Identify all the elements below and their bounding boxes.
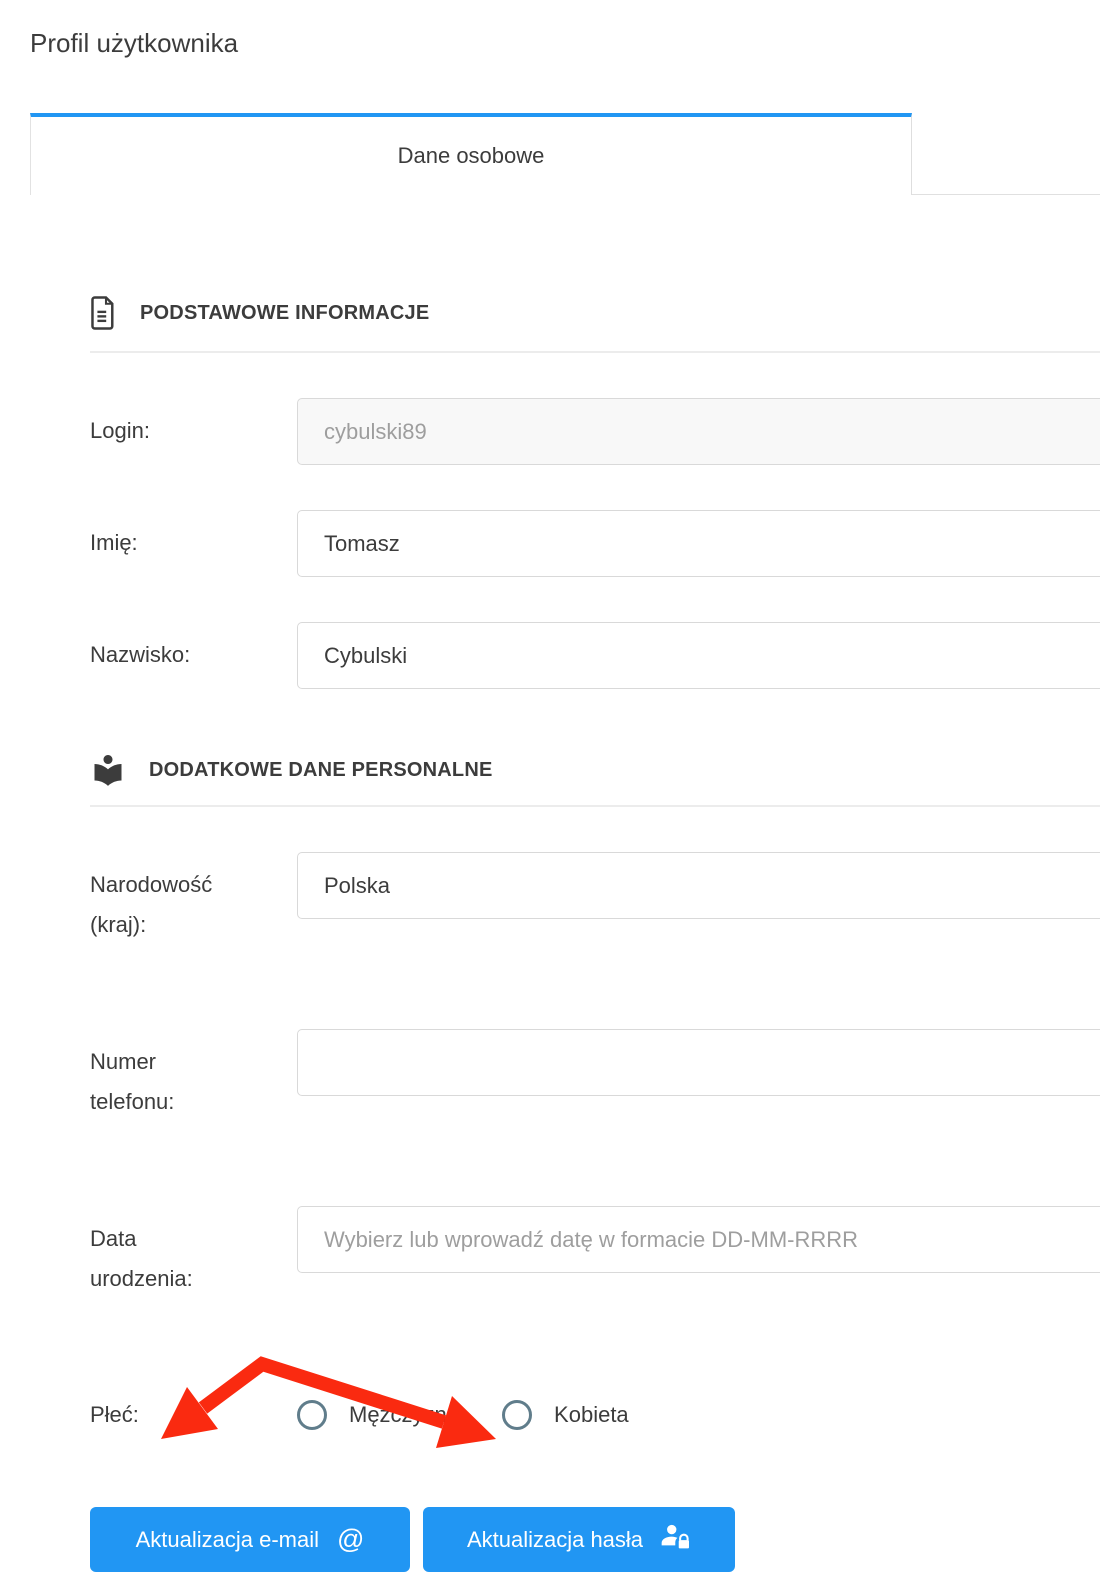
person-lock-icon [659, 1523, 691, 1557]
section-header-personal: DODATKOWE DANE PERSONALNE [90, 751, 1100, 789]
radio-female[interactable] [502, 1400, 532, 1430]
form-row-birth-date: Data urodzenia: [90, 1206, 1100, 1299]
tab-bar-filler [912, 113, 1100, 195]
person-book-icon [90, 752, 126, 788]
last-name-input[interactable] [297, 622, 1100, 689]
gender-option-male[interactable]: Mężczyzna [297, 1400, 459, 1430]
phone-label: Numer telefonu: [90, 1029, 297, 1122]
at-icon: @ [337, 1524, 364, 1555]
form-row-phone: Numer telefonu: [90, 1029, 1100, 1122]
tab-label: Dane osobowe [398, 143, 545, 169]
section-title: PODSTAWOWE INFORMACJE [140, 302, 429, 325]
form-row-first-name: Imię: [90, 510, 1100, 577]
radio-female-label: Kobieta [554, 1402, 629, 1428]
first-name-input[interactable] [297, 510, 1100, 577]
nationality-input[interactable] [297, 852, 1100, 919]
section-divider [90, 351, 1100, 353]
nationality-label: Narodowość (kraj): [90, 852, 297, 945]
form-row-login: Login: [90, 398, 1100, 465]
radio-male-label: Mężczyzna [349, 1402, 459, 1428]
form-actions: Aktualizacja e-mail @ Aktualizacja hasła [90, 1507, 1100, 1572]
tab-dane-osobowe[interactable]: Dane osobowe [30, 113, 912, 195]
login-input[interactable] [297, 398, 1100, 465]
first-name-label: Imię: [90, 510, 297, 577]
form-row-nationality: Narodowość (kraj): [90, 852, 1100, 945]
update-password-label: Aktualizacja hasła [467, 1527, 643, 1553]
page-title: Profil użytkownika [30, 26, 1100, 60]
radio-male[interactable] [297, 1400, 327, 1430]
last-name-label: Nazwisko: [90, 622, 297, 689]
birth-date-label: Data urodzenia: [90, 1206, 297, 1299]
section-header-basic: PODSTAWOWE INFORMACJE [90, 294, 1100, 332]
form-row-gender: Płeć: Mężczyzna Kobieta [90, 1395, 1100, 1435]
login-label: Login: [90, 398, 297, 465]
update-password-button[interactable]: Aktualizacja hasła [423, 1507, 735, 1572]
birth-date-input[interactable] [297, 1206, 1100, 1273]
gender-label: Płeć: [90, 1402, 297, 1428]
phone-input[interactable] [297, 1029, 1100, 1096]
section-divider [90, 805, 1100, 807]
update-email-label: Aktualizacja e-mail [136, 1527, 319, 1553]
form-row-last-name: Nazwisko: [90, 622, 1100, 689]
document-icon [90, 296, 117, 330]
gender-option-female[interactable]: Kobieta [502, 1400, 629, 1430]
section-title: DODATKOWE DANE PERSONALNE [149, 759, 493, 782]
tab-bar: Dane osobowe [0, 113, 1100, 195]
update-email-button[interactable]: Aktualizacja e-mail @ [90, 1507, 410, 1572]
profile-form: PODSTAWOWE INFORMACJE Login: Imię: Nazwi… [0, 294, 1100, 1572]
